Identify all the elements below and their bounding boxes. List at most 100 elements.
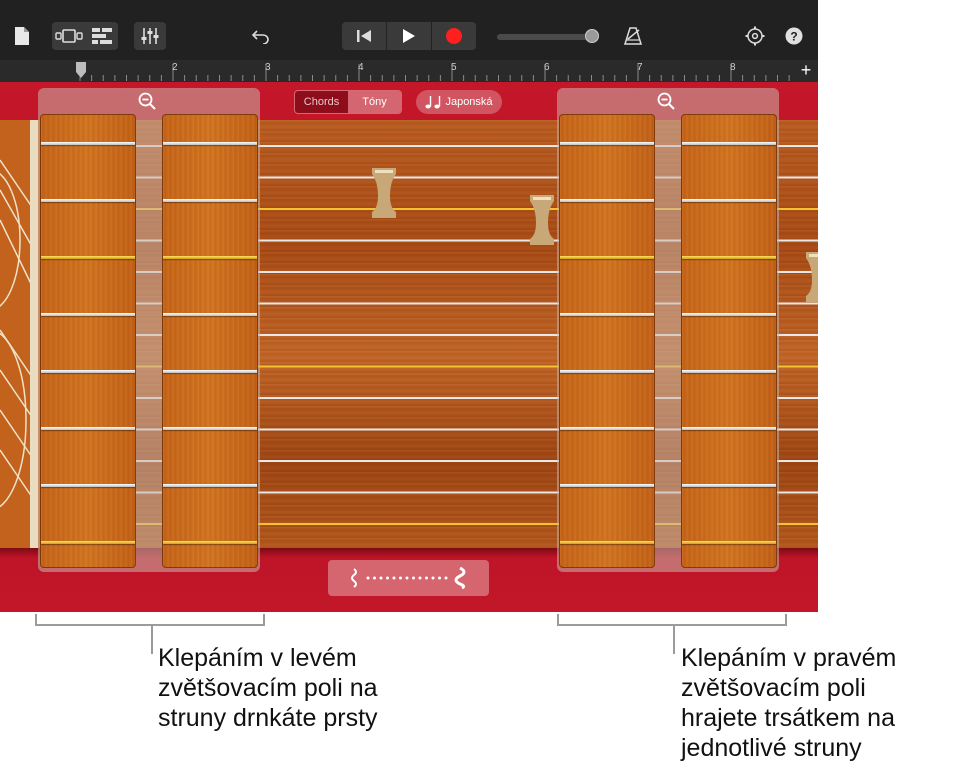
browser-view-button[interactable] — [52, 29, 85, 43]
zoom-string[interactable] — [560, 484, 654, 487]
notes-mode-button[interactable]: Tóny — [348, 91, 401, 113]
music-notes-icon — [425, 96, 441, 109]
volume-knob[interactable] — [585, 29, 599, 43]
mixer-button[interactable] — [134, 22, 166, 50]
ruler-mark: 8 — [730, 62, 736, 73]
left-zoom-strum-area[interactable] — [38, 88, 260, 572]
zoom-string[interactable] — [682, 484, 776, 487]
zoom-string[interactable] — [560, 541, 654, 544]
view-toggle-icon — [54, 29, 83, 43]
settings-icon — [745, 26, 765, 46]
document-icon — [15, 27, 29, 45]
undo-button[interactable] — [248, 22, 274, 50]
tremolo-dot — [437, 576, 441, 580]
zoom-string[interactable] — [41, 313, 135, 316]
right-zoom-pick-area[interactable] — [557, 88, 779, 572]
zoom-string[interactable] — [41, 541, 135, 544]
my-songs-button[interactable] — [10, 22, 34, 50]
zoom-string[interactable] — [163, 370, 257, 373]
tremolo-dot — [405, 576, 408, 580]
zoom-string[interactable] — [41, 199, 135, 202]
tremolo-dot — [418, 576, 421, 580]
volume-track — [497, 34, 597, 40]
tremolo-dot — [431, 576, 434, 580]
tracks-icon — [91, 28, 112, 44]
zoom-string[interactable] — [682, 541, 776, 544]
tremolo-icon — [350, 567, 465, 589]
zoom-string[interactable] — [163, 199, 257, 202]
zoom-string[interactable] — [163, 427, 257, 430]
tremolo-dot — [424, 576, 428, 580]
help-icon: ? — [785, 27, 803, 45]
ruler-mark: 7 — [637, 62, 643, 73]
record-button[interactable] — [431, 22, 476, 50]
tracks-view-button[interactable] — [85, 28, 118, 44]
zoom-string[interactable] — [41, 484, 135, 487]
zoom-string[interactable] — [560, 199, 654, 202]
play-icon — [403, 29, 415, 43]
record-icon — [446, 28, 462, 44]
ruler-mark: 5 — [451, 62, 457, 73]
zoom-string[interactable] — [682, 427, 776, 430]
tremolo-dot — [411, 576, 415, 580]
autoplay-tremolo-button[interactable] — [328, 560, 489, 596]
zoom-string[interactable] — [163, 484, 257, 487]
tremolo-dot — [372, 576, 376, 580]
zoom-string[interactable] — [41, 370, 135, 373]
left-zoom-callout: Klepáním v levém zvětšovacím poli na str… — [158, 644, 378, 732]
garageband-window: ? 2 3 4 5 6 7 8 + Chords Tóny Japonská — [0, 0, 818, 612]
ruler-mark: 6 — [544, 62, 550, 73]
zoom-string[interactable] — [560, 313, 654, 316]
koto-instrument: Chords Tóny Japonská — [0, 82, 818, 612]
transport-controls — [342, 22, 476, 50]
undo-icon — [251, 30, 269, 44]
zoom-string[interactable] — [682, 370, 776, 373]
zoom-string[interactable] — [560, 370, 654, 373]
mixer-icon — [141, 28, 159, 44]
zoom-string[interactable] — [41, 427, 135, 430]
zoom-panel-strings[interactable] — [681, 114, 777, 568]
zoom-string[interactable] — [163, 142, 257, 145]
zoom-string[interactable] — [163, 313, 257, 316]
tremolo-dot — [379, 576, 382, 580]
zoom-panel-strings[interactable] — [40, 114, 136, 568]
right-zoom-callout: Klepáním v pravém zvětšovacím poli hraje… — [681, 644, 897, 762]
zoom-string[interactable] — [41, 142, 135, 145]
zoom-string[interactable] — [41, 256, 135, 259]
koto-bridge — [530, 195, 554, 245]
master-volume-slider[interactable] — [497, 29, 605, 43]
metronome-icon — [624, 27, 642, 45]
zoom-string[interactable] — [560, 256, 654, 259]
scale-button[interactable]: Japonská — [416, 90, 502, 114]
zoom-string[interactable] — [560, 427, 654, 430]
play-button[interactable] — [386, 22, 431, 50]
ruler-mark: 4 — [358, 62, 364, 73]
tremolo-dot — [392, 576, 395, 580]
tremolo-dot — [398, 576, 402, 580]
chords-mode-button[interactable]: Chords — [295, 91, 348, 113]
ruler-ticks — [76, 62, 790, 81]
playhead-marker — [76, 62, 86, 78]
zoom-string[interactable] — [560, 142, 654, 145]
zoom-out-icon[interactable] — [138, 92, 156, 110]
zoom-panel-strings[interactable] — [559, 114, 655, 568]
zoom-string[interactable] — [163, 256, 257, 259]
rewind-icon — [357, 30, 371, 42]
zoom-string[interactable] — [682, 199, 776, 202]
svg-text:?: ? — [790, 30, 797, 44]
koto-bridge — [372, 168, 396, 218]
tremolo-dot — [385, 576, 389, 580]
zoom-string[interactable] — [682, 256, 776, 259]
add-section-button[interactable]: + — [798, 61, 814, 79]
koto-bridge — [806, 252, 818, 302]
zoom-string[interactable] — [682, 313, 776, 316]
timeline-ruler[interactable]: 2 3 4 5 6 7 8 + — [0, 60, 818, 82]
help-button[interactable]: ? — [782, 22, 806, 50]
zoom-string[interactable] — [163, 541, 257, 544]
zoom-panel-strings[interactable] — [162, 114, 258, 568]
zoom-out-icon[interactable] — [657, 92, 675, 110]
metronome-button[interactable] — [620, 22, 646, 50]
settings-button[interactable] — [742, 22, 768, 50]
zoom-string[interactable] — [682, 142, 776, 145]
go-to-beginning-button[interactable] — [342, 22, 386, 50]
